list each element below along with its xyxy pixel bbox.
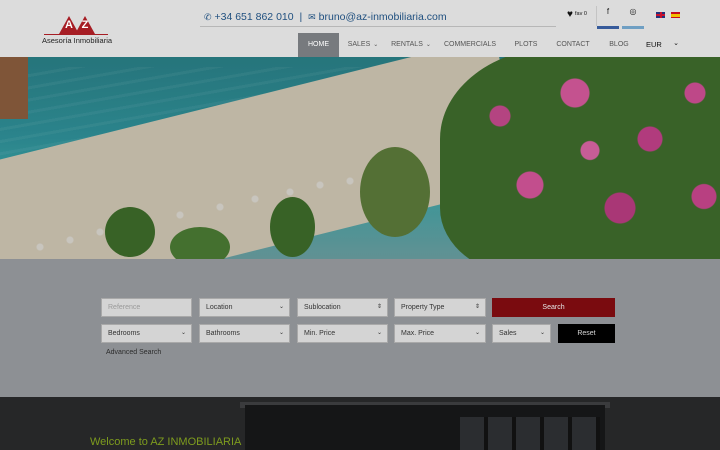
nav-home-label: HOME xyxy=(308,41,329,48)
location-value: Location xyxy=(206,304,233,311)
chevron-down-icon: ⌄ xyxy=(539,330,545,336)
currency-select[interactable]: EUR ⌄ xyxy=(640,34,684,54)
listing-mode-select[interactable]: Sales ⌄ xyxy=(492,324,551,343)
property-type-value: Property Type xyxy=(401,304,445,311)
max-price-select[interactable]: Max. Price ⌄ xyxy=(394,324,486,343)
nav-plots-label: PLOTS xyxy=(514,41,538,48)
bathrooms-value: Bathrooms xyxy=(206,330,240,337)
nav-home[interactable]: HOME xyxy=(298,33,339,57)
nav-plots[interactable]: PLOTS xyxy=(511,33,541,57)
chevron-down-icon: ⌄ xyxy=(474,330,480,336)
chevron-down-icon: ⌄ xyxy=(180,330,186,336)
chevron-down-icon: ⌄ xyxy=(425,42,431,48)
bedrooms-select[interactable]: Bedrooms ⌄ xyxy=(101,324,192,343)
welcome-title: Welcome to AZ INMOBILIARIA xyxy=(90,436,242,448)
property-search-panel: Reference Location ⌄ Sublocation ⇕ Prope… xyxy=(0,259,720,397)
house-windows xyxy=(460,417,600,450)
updown-arrows-icon: ⇕ xyxy=(474,304,480,310)
nav-sales-label: SALES xyxy=(347,41,371,48)
advanced-search-link[interactable]: Advanced Search xyxy=(106,349,161,356)
nav-contact[interactable]: CONTACT xyxy=(552,33,594,57)
sublocation-select[interactable]: Sublocation ⇕ xyxy=(297,298,388,317)
uk-flag-icon[interactable] xyxy=(656,12,665,18)
chevron-down-icon: ⌄ xyxy=(278,304,284,310)
min-price-value: Min. Price xyxy=(304,330,336,337)
email-link[interactable]: bruno@az-inmobiliaria.com xyxy=(319,11,447,23)
site-header: A Z Asesoría Inmobiliaria ✆ +34 651 862 … xyxy=(0,0,720,57)
sublocation-value: Sublocation xyxy=(304,304,341,311)
nav-rentals[interactable]: RENTALS ⌄ xyxy=(388,33,434,57)
nav-rentals-label: RENTALS xyxy=(391,41,423,48)
nav-sales[interactable]: SALES ⌄ xyxy=(343,33,383,57)
facebook-icon[interactable]: f xyxy=(597,7,619,29)
currency-value: EUR xyxy=(646,40,662,49)
contact-separator: | xyxy=(299,11,303,23)
phone-link[interactable]: +34 651 862 010 xyxy=(214,11,293,23)
contact-bar: ✆ +34 651 862 010 | ✉ bruno@az-inmobilia… xyxy=(204,11,447,23)
reset-button[interactable]: Reset xyxy=(558,324,615,343)
heart-icon: ♥ xyxy=(567,9,573,20)
instagram-icon[interactable]: ◎ xyxy=(622,7,644,29)
chevron-down-icon: ⌄ xyxy=(673,40,679,47)
nav-blog-label: BLOG xyxy=(609,41,629,48)
listing-mode-value: Sales xyxy=(499,330,517,337)
envelope-icon: ✉ xyxy=(308,12,316,22)
main-nav: HOME SALES ⌄ RENTALS ⌄ COMMERCIALS PLOTS C… xyxy=(0,33,720,57)
chevron-down-icon: ⌄ xyxy=(278,330,284,336)
chevron-down-icon: ⌄ xyxy=(376,330,382,336)
search-button[interactable]: Search xyxy=(492,298,615,317)
phone-icon: ✆ xyxy=(204,12,212,22)
chevron-down-icon: ⌄ xyxy=(373,42,379,48)
hero-image xyxy=(0,57,720,259)
nav-blog[interactable]: BLOG xyxy=(604,33,634,57)
updown-arrows-icon: ⇕ xyxy=(376,304,382,310)
favorites-button[interactable]: ♥ fav 0 xyxy=(560,6,597,26)
reference-input[interactable]: Reference xyxy=(101,298,192,317)
location-select[interactable]: Location ⌄ xyxy=(199,298,290,317)
hero-overlay xyxy=(0,57,720,259)
bedrooms-value: Bedrooms xyxy=(108,330,140,337)
nav-commercials-label: COMMERCIALS xyxy=(443,41,497,48)
min-price-select[interactable]: Min. Price ⌄ xyxy=(297,324,388,343)
favorites-label: fav 0 xyxy=(575,11,587,17)
max-price-value: Max. Price xyxy=(401,330,435,337)
logo-letter-z: Z xyxy=(81,19,89,31)
contact-divider xyxy=(200,26,556,27)
welcome-section: Welcome to AZ INMOBILIARIA xyxy=(0,397,720,450)
nav-commercials[interactable]: COMMERCIALS xyxy=(441,33,499,57)
nav-contact-label: CONTACT xyxy=(556,41,590,48)
spain-flag-icon[interactable] xyxy=(671,12,680,18)
bathrooms-select[interactable]: Bathrooms ⌄ xyxy=(199,324,290,343)
property-type-select[interactable]: Property Type ⇕ xyxy=(394,298,486,317)
